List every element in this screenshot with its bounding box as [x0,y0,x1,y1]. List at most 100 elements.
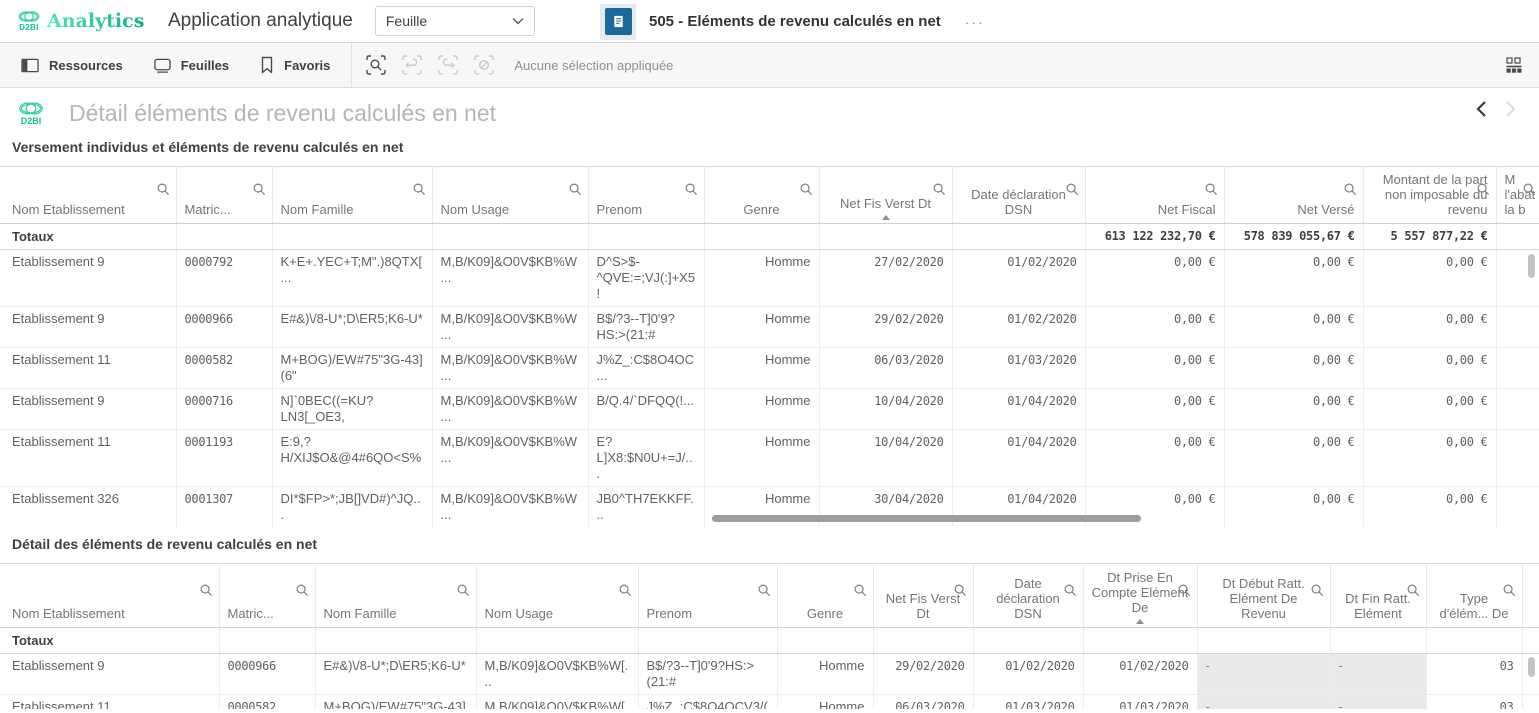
column-header-dt-prise-en-compte-element[interactable]: Dt Prise En Compte Elément De [1083,564,1197,628]
app-document-icon[interactable] [600,4,636,40]
cell-montant-part-non-imposable[interactable]: 0,00 € [1363,348,1496,389]
cell-nom-etablissement[interactable]: Etablissement 9 [0,307,176,348]
cell-dt-fin-ratt-element[interactable]: - [1330,654,1426,695]
column-search-icon[interactable] [456,583,471,601]
column-header-nom-etablissement[interactable]: Nom Etablissement [0,167,176,224]
cell-nom-famille[interactable]: N]`0BEC((=KU? LN3[_OE3, [272,389,432,430]
cell-nom-famille[interactable]: K+E+.YEC+T;M".)8QTX[... [272,250,432,307]
cell-net-fis-verst-dt[interactable]: 29/02/2020 [873,654,973,695]
sheet-selector[interactable]: Feuille [375,6,535,36]
column-header-dt-fin-ratt-element[interactable]: Dt Fin Ratt. Elément [1330,564,1426,628]
cell-nom-usage[interactable]: M,B/K09]&O0V$KB%W[... [476,695,638,710]
cell-prenom[interactable]: J%Z_:C$8O4OCV3/(... [638,695,777,710]
cell-dt-prise-en-compte-element[interactable]: 01/03/2020 [1083,695,1197,710]
column-header-matricule[interactable]: Matric... [219,564,315,628]
column-header-nom-famille[interactable]: Nom Famille [315,564,476,628]
column-search-icon[interactable] [1502,583,1517,601]
cell-net-verse[interactable]: 0,00 € [1224,307,1363,348]
cell-montant-abattement[interactable] [1496,307,1539,348]
cell-type-element[interactable]: 03 [1426,654,1522,695]
clear-selections-button[interactable] [466,47,502,83]
cell-montant-part-non-imposable[interactable]: 0,00 € [1363,389,1496,430]
cell-nom-usage[interactable]: M,B/K09]&O0V$KB%W... [432,430,588,487]
cell-montant-part-non-imposable[interactable]: 0,00 € [1363,250,1496,307]
cell-net-fiscal[interactable]: 0,00 € [1085,430,1224,487]
cell-nom-famille[interactable]: M+BOG)/EW#75"3G-43](6" [272,348,432,389]
cell-genre[interactable]: Homme [704,430,819,487]
column-header-genre[interactable]: Genre [704,167,819,224]
column-header-date-declaration-dsn[interactable]: Date déclaration DSN [973,564,1083,628]
cell-genre[interactable]: Homme [704,348,819,389]
column-header-date-declaration-dsn[interactable]: Date déclaration DSN [952,167,1085,224]
cell-net-fiscal[interactable]: 0,00 € [1085,348,1224,389]
cell-dt-debut-ratt-element-de-revenu[interactable]: - [1197,695,1330,710]
cell-date-declaration-dsn[interactable]: 01/04/2020 [952,389,1085,430]
column-search-icon[interactable] [618,583,633,601]
column-search-icon[interactable] [799,182,814,200]
cell-genre[interactable]: Homme [704,307,819,348]
step-back-button[interactable] [394,47,430,83]
resources-button[interactable]: Ressources [6,43,138,87]
cell-nom-famille[interactable]: E#&)\/8-U*;D\ER5;K6-U* [272,307,432,348]
column-search-icon[interactable] [199,583,214,601]
next-sheet-button[interactable] [1504,100,1517,118]
cell-nom-usage[interactable]: M,B/K09]&O0V$KB%W... [432,487,588,528]
cell-nom-famille[interactable]: M+BOG)/EW#75"3G-43] [315,695,476,710]
cell-nom-usage[interactable]: M,B/K09]&O0V$KB%W[... [476,654,638,695]
cell-montant-abattement[interactable] [1496,348,1539,389]
cell-prenom[interactable]: J%Z_:C$8O4OC... [588,348,704,389]
cell-date-declaration-dsn[interactable]: 01/03/2020 [973,695,1083,710]
cell-date-declaration-dsn[interactable]: 01/02/2020 [952,250,1085,307]
cell-nom-famille[interactable]: E#&)\/8-U*;D\ER5;K6-U* [315,654,476,695]
cell-montant-part-non-imposable[interactable]: 0,00 € [1363,307,1496,348]
cell-nom-usage[interactable]: M,B/K09]&O0V$KB%W... [432,389,588,430]
column-header-nom-etablissement[interactable]: Nom Etablissement [0,564,219,628]
vertical-scrollbar-thumb[interactable] [1528,657,1535,677]
column-search-icon[interactable] [1343,182,1358,200]
column-search-icon[interactable] [757,583,772,601]
cell-prenom[interactable]: B$/?3--T]0'9?HS:>(21:# [588,307,704,348]
cell-date-declaration-dsn[interactable]: 01/02/2020 [952,307,1085,348]
cell-net-verse[interactable]: 0,00 € [1224,487,1363,528]
cell-type-element[interactable]: 03 [1426,695,1522,710]
cell-prenom[interactable]: JB0^TH7EKKFF... [588,487,704,528]
cell-montant-abattement[interactable] [1496,430,1539,487]
column-search-icon[interactable] [853,583,868,601]
cell-nom-usage[interactable]: M,B/K09]&O0V$KB%W... [432,307,588,348]
cell-nom-famille[interactable]: DI*$FP>*;JB[]VD#)^JQ... [272,487,432,528]
cell-montant-abattement[interactable] [1496,389,1539,430]
column-search-icon[interactable] [1522,182,1537,200]
horizontal-scrollbar-thumb[interactable] [712,515,1141,522]
cell-net-fiscal[interactable]: 0,00 € [1085,307,1224,348]
cell-net-fis-verst-dt[interactable]: 29/02/2020 [819,307,952,348]
vertical-scrollbar-thumb[interactable] [1528,254,1535,278]
cell-nom-etablissement[interactable]: Etablissement 326 [0,487,176,528]
cell-net-fiscal[interactable]: 0,00 € [1085,389,1224,430]
column-header-montant-part-non-imposable[interactable]: Montant de la part non imposable du reve… [1363,167,1496,224]
cell-date-declaration-dsn[interactable]: 01/02/2020 [973,654,1083,695]
cell-net-verse[interactable]: 0,00 € [1224,430,1363,487]
cell-matricule[interactable]: 0001307 [176,487,272,528]
cell-montant-abattement[interactable] [1496,487,1539,528]
column-search-icon[interactable] [684,182,699,200]
sheets-button[interactable]: Feuilles [138,43,244,87]
cell-matricule[interactable]: 0000716 [176,389,272,430]
cell-genre[interactable]: Homme [777,654,873,695]
step-forward-button[interactable] [430,47,466,83]
cell-net-fis-verst-dt[interactable]: 06/03/2020 [819,348,952,389]
cell-prenom[interactable]: B$/?3--T]0'9?HS:>(21:# [638,654,777,695]
cell-nom-etablissement[interactable]: Etablissement 11 [0,695,219,710]
column-search-icon[interactable] [412,182,427,200]
more-menu-icon[interactable]: ··· [965,14,985,30]
cell-nom-etablissement[interactable]: Etablissement 11 [0,348,176,389]
cell-nom-etablissement[interactable]: Etablissement 11 [0,430,176,487]
cell-net-fiscal[interactable]: 0,00 € [1085,250,1224,307]
column-header-type-element[interactable]: Type d'élém... De [1426,564,1522,628]
favorites-button[interactable]: Favoris [244,43,345,87]
cell-montant-part-non-imposable[interactable]: 0,00 € [1363,487,1496,528]
selections-tool-icon[interactable] [1506,57,1523,79]
cell-net-verse[interactable]: 0,00 € [1224,389,1363,430]
column-header-net-verse[interactable]: Net Versé [1224,167,1363,224]
analytics-logo[interactable]: D2BI Analytics [16,10,138,32]
column-header-net-fiscal[interactable]: Net Fiscal [1085,167,1224,224]
